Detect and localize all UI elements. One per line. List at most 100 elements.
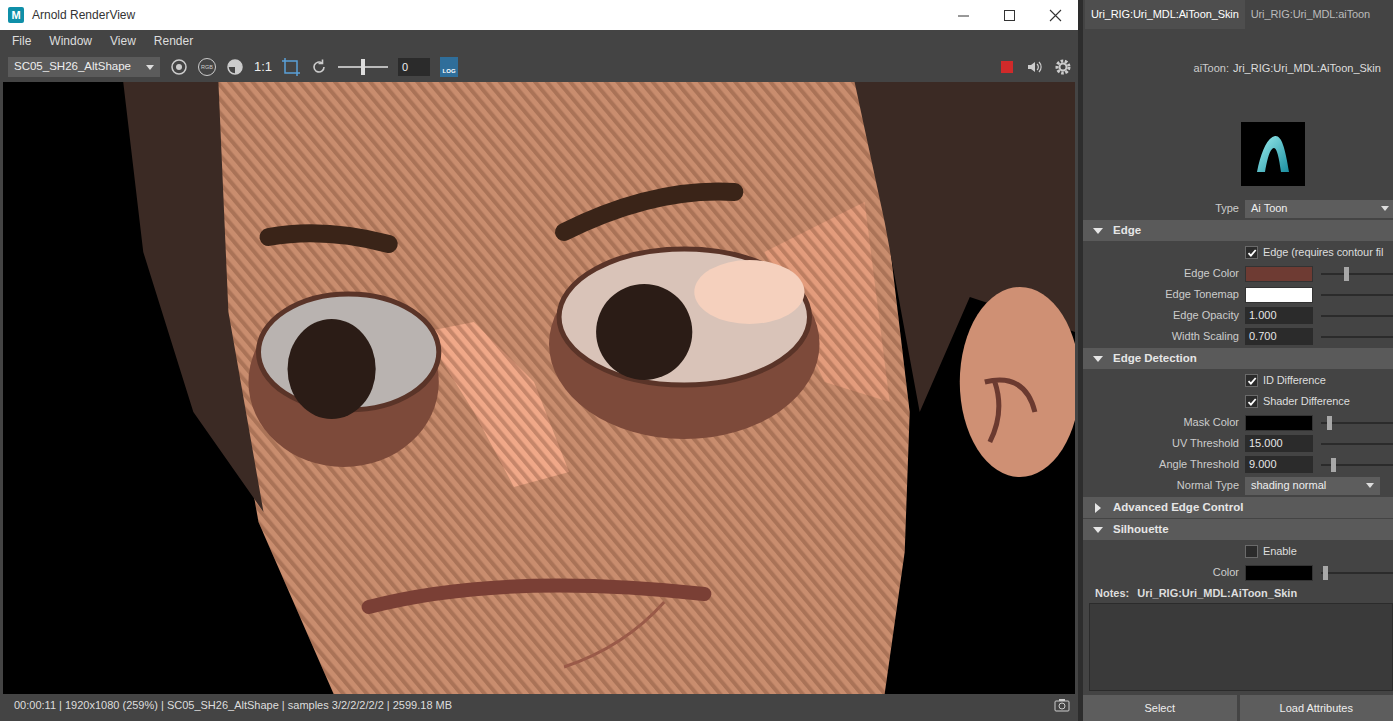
maximize-icon[interactable] (1002, 8, 1017, 23)
attribute-row: Edge Opacity1.000 (1083, 305, 1393, 326)
notes-node: Uri_RIG:Uri_MDL:AiToon_Skin (1137, 585, 1297, 602)
crop-region-icon[interactable] (282, 58, 300, 76)
expand-arrow-icon[interactable] (1093, 527, 1103, 533)
snapshot-icon[interactable] (1054, 698, 1070, 712)
snapshot-icon[interactable] (1054, 698, 1070, 712)
checkbox-label: Enable (1263, 543, 1297, 560)
checkbox[interactable] (1245, 395, 1258, 408)
render-viewport[interactable] (3, 82, 1075, 694)
gear-icon[interactable] (1054, 58, 1072, 76)
attribute-editor: Uri_RIG:Uri_MDL:AiToon_SkinUri_RIG:Uri_M… (1083, 0, 1393, 721)
type-cell: Ai Toon (1245, 200, 1393, 218)
section-header[interactable]: Edge (1083, 220, 1393, 241)
checkbox[interactable] (1245, 545, 1258, 558)
minimize-icon[interactable] (956, 8, 971, 23)
half-circle-icon[interactable] (226, 58, 244, 76)
attribute-value (1245, 266, 1393, 282)
log-button[interactable]: LOG (440, 57, 458, 77)
number-field[interactable]: 15.000 (1245, 435, 1313, 452)
checkbox[interactable] (1245, 374, 1258, 387)
color-swatch[interactable] (1245, 415, 1313, 431)
refresh-icon[interactable] (310, 58, 328, 76)
slider-track[interactable] (1321, 336, 1393, 338)
render-view-window: MArnold RenderView FileWindowViewRender … (0, 0, 1078, 721)
number-field[interactable]: 0.700 (1245, 328, 1313, 345)
refresh-icon[interactable] (310, 58, 328, 76)
menu-item[interactable]: View (110, 32, 136, 50)
slider-track[interactable] (1321, 572, 1393, 574)
minimize-button[interactable] (940, 0, 986, 30)
crop-region-icon[interactable] (282, 58, 300, 76)
color-swatch[interactable] (1245, 565, 1313, 581)
section-header[interactable]: Silhouette (1083, 519, 1393, 540)
type-dropdown[interactable]: Ai Toon (1245, 200, 1393, 218)
attribute-value: 9.000 (1245, 456, 1393, 473)
attribute-label: Angle Threshold (1089, 456, 1239, 473)
half-circle-icon[interactable] (226, 58, 244, 76)
close-icon[interactable] (1048, 8, 1063, 23)
number-field[interactable]: 9.000 (1245, 456, 1313, 473)
attribute-tab[interactable]: Uri_RIG:Uri_MDL:AiToon_Skin (1085, 0, 1245, 29)
exposure-slider[interactable] (338, 66, 388, 68)
slider-track[interactable] (1321, 464, 1393, 466)
node-name-field[interactable]: Jri_RIG:Uri_MDL:AiToon_Skin (1233, 60, 1393, 77)
slider-handle[interactable] (1323, 566, 1328, 580)
target-icon[interactable] (170, 58, 188, 76)
attribute-label: UV Threshold (1089, 435, 1239, 452)
exposure-field[interactable]: 0 (398, 58, 430, 76)
attribute-label: Edge Color (1089, 265, 1239, 282)
menu-item[interactable]: Window (49, 32, 92, 50)
close-icon[interactable] (1048, 8, 1063, 23)
minimize-icon[interactable] (956, 8, 971, 23)
arnold-logo (1241, 122, 1305, 186)
slider-track[interactable] (1321, 422, 1393, 424)
menu-item[interactable]: Render (154, 32, 193, 50)
slider-track[interactable] (1321, 294, 1393, 296)
stop-render-icon[interactable] (998, 58, 1016, 76)
expand-arrow-icon[interactable] (1095, 503, 1101, 513)
section-header[interactable]: Advanced Edge Control (1083, 497, 1393, 518)
attribute-label: Color (1089, 564, 1239, 581)
speaker-icon[interactable] (1026, 58, 1044, 76)
attribute-tab[interactable]: Uri_RIG:Uri_MDL:aiToon (1245, 0, 1376, 29)
attribute-row: Color (1083, 562, 1393, 583)
exposure-slider-handle[interactable] (361, 59, 365, 75)
maximize-icon[interactable] (1002, 8, 1017, 23)
close-button[interactable] (1032, 0, 1078, 30)
notes-field[interactable] (1089, 603, 1393, 691)
color-swatch[interactable] (1245, 266, 1313, 282)
attribute-row: Mask Color (1083, 412, 1393, 433)
gear-icon[interactable] (1054, 58, 1072, 76)
attribute-row: Edge Tonemap (1083, 284, 1393, 305)
select-button[interactable]: Select (1083, 695, 1237, 721)
dropdown[interactable]: shading normal (1245, 477, 1380, 495)
target-icon[interactable] (170, 58, 188, 76)
slider-track[interactable] (1321, 315, 1393, 317)
maximize-button[interactable] (986, 0, 1032, 30)
expand-arrow-icon[interactable] (1093, 228, 1103, 234)
checkbox[interactable] (1245, 246, 1258, 259)
notes-label: Notes: (1095, 585, 1129, 602)
ratio-button[interactable]: 1:1 (254, 57, 272, 77)
slider-track[interactable] (1321, 443, 1393, 445)
slider-track[interactable] (1321, 273, 1393, 275)
rgb-channel-button[interactable]: RGB (198, 58, 216, 76)
status-text: 00:00:11 | 1920x1080 (259%) | SC05_SH26_… (14, 697, 1054, 714)
dropdown-value: shading normal (1251, 477, 1326, 494)
load-attributes-button[interactable]: Load Attributes (1240, 695, 1393, 721)
slider-handle[interactable] (1327, 416, 1332, 430)
slider-handle[interactable] (1344, 267, 1349, 281)
check-icon (1247, 376, 1257, 386)
speaker-icon[interactable] (1026, 58, 1044, 76)
slider-handle[interactable] (1331, 458, 1336, 472)
menu-item[interactable]: File (12, 32, 31, 50)
check-icon (1247, 397, 1257, 407)
attribute-value: 1.000 (1245, 307, 1393, 324)
section-title: Silhouette (1113, 521, 1169, 538)
section-header[interactable]: Edge Detection (1083, 348, 1393, 369)
color-swatch[interactable] (1245, 287, 1313, 303)
camera-dropdown[interactable]: SC05_SH26_AltShape (8, 57, 160, 77)
stop-render-icon[interactable] (998, 58, 1016, 76)
number-field[interactable]: 1.000 (1245, 307, 1313, 324)
expand-arrow-icon[interactable] (1093, 356, 1103, 362)
